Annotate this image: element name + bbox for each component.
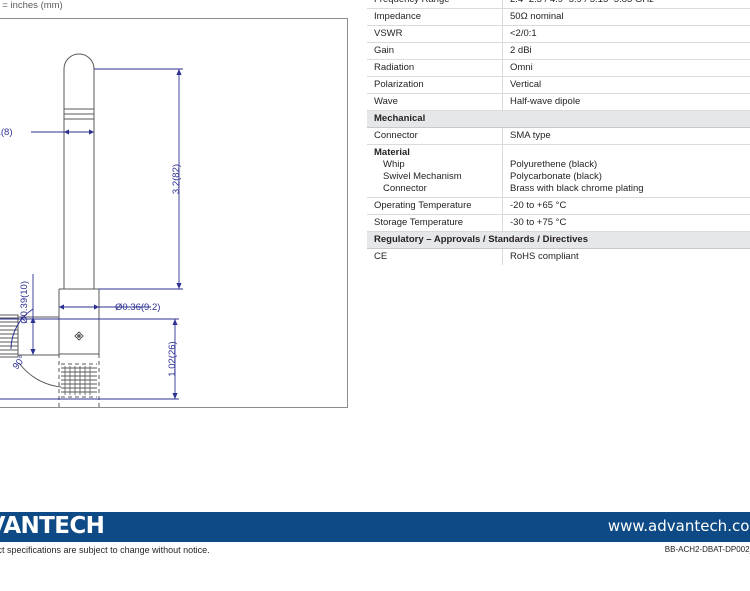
table-row-material: Material Whip Swivel Mechanism Connector… xyxy=(367,145,750,198)
material-value-whip: Polyurethene (black) xyxy=(510,159,750,171)
table-section-header: Mechanical xyxy=(367,111,750,128)
spec-value: RoHS compliant xyxy=(503,249,750,266)
footer-disclaimer: All product specifications are subject t… xyxy=(0,545,210,555)
advantech-logo: ADVANTECH xyxy=(0,513,104,539)
material-value-connector: Brass with black chrome plating xyxy=(510,183,750,195)
footer-document-id: BB-ACH2-DBAT-DP002_ xyxy=(665,545,750,554)
spec-key: Connector xyxy=(367,128,503,145)
table-row: Gain 2 dBi xyxy=(367,43,750,60)
spec-key: Gain xyxy=(367,43,503,60)
dim-base-diameter: Ø0.36(9.2) xyxy=(115,302,160,313)
spec-value: Omni xyxy=(503,60,750,77)
material-blank xyxy=(510,147,750,159)
spec-key-material: Material Whip Swivel Mechanism Connector xyxy=(367,145,503,198)
spec-key: Polarization xyxy=(367,77,503,94)
material-subkey-connector: Connector xyxy=(374,183,496,195)
spec-value-material: Polyurethene (black) Polycarbonate (blac… xyxy=(503,145,750,198)
spec-key: Radiation xyxy=(367,60,503,77)
units-caption: Units = inches (mm) xyxy=(0,0,63,11)
spec-value: 50Ω nominal xyxy=(503,9,750,26)
table-row: Storage Temperature -30 to +75 °C xyxy=(367,215,750,232)
material-label: Material xyxy=(374,147,410,158)
table-row: Connector SMA type xyxy=(367,128,750,145)
table-row: CE RoHS compliant xyxy=(367,249,750,266)
spec-key: Operating Temperature xyxy=(367,198,503,215)
dim-swivel-diameter: Ø0.39(10) xyxy=(19,281,30,324)
spec-value: 2 dBi xyxy=(503,43,750,60)
spec-key: CE xyxy=(367,249,503,266)
table-row: Wave Half-wave dipole xyxy=(367,94,750,111)
spec-key: Frequency Range xyxy=(367,0,503,9)
spec-value: Vertical xyxy=(503,77,750,94)
spec-key: Storage Temperature xyxy=(367,215,503,232)
dim-total-length: 3.2(82) xyxy=(171,164,182,194)
spec-key: Impedance xyxy=(367,9,503,26)
material-subkey-swivel: Swivel Mechanism xyxy=(374,171,496,183)
specifications-table: Frequency Range 2.4~2.5 / 4.9~5.9 / 5.15… xyxy=(367,0,750,265)
table-section-header: Regulatory – Approvals / Standards / Dir… xyxy=(367,232,750,249)
spec-value: SMA type xyxy=(503,128,750,145)
material-value-swivel: Polycarbonate (black) xyxy=(510,171,750,183)
spec-value: Half-wave dipole xyxy=(503,94,750,111)
antenna-technical-drawing: 90° Ø0.31(8) 3.2(82) xyxy=(0,19,349,409)
table-row: Radiation Omni xyxy=(367,60,750,77)
footer-website-url[interactable]: www.advantech.com xyxy=(608,517,750,535)
spec-value: -20 to +65 °C xyxy=(503,198,750,215)
spec-value: <2/0:1 xyxy=(503,26,750,43)
table-row: Polarization Vertical xyxy=(367,77,750,94)
antenna-drawing-panel: 90° Ø0.31(8) 3.2(82) xyxy=(0,18,348,408)
spec-value: 2.4~2.5 / 4.9~5.9 / 5.15~5.85 GHz xyxy=(503,0,750,9)
spec-value: -30 to +75 °C xyxy=(503,215,750,232)
table-row: Frequency Range 2.4~2.5 / 4.9~5.9 / 5.15… xyxy=(367,0,750,9)
table-row: VSWR <2/0:1 xyxy=(367,26,750,43)
section-label: Regulatory – Approvals / Standards / Dir… xyxy=(367,232,750,249)
dim-connector-length: 1.02(26) xyxy=(167,341,178,376)
table-row: Operating Temperature -20 to +65 °C xyxy=(367,198,750,215)
spec-key: VSWR xyxy=(367,26,503,43)
table-row: Impedance 50Ω nominal xyxy=(367,9,750,26)
material-subkey-whip: Whip xyxy=(374,159,496,171)
section-label: Mechanical xyxy=(367,111,750,128)
page-root: Units = inches (mm) xyxy=(0,0,750,591)
dim-whip-diameter: Ø0.31(8) xyxy=(0,127,13,138)
spec-key: Wave xyxy=(367,94,503,111)
